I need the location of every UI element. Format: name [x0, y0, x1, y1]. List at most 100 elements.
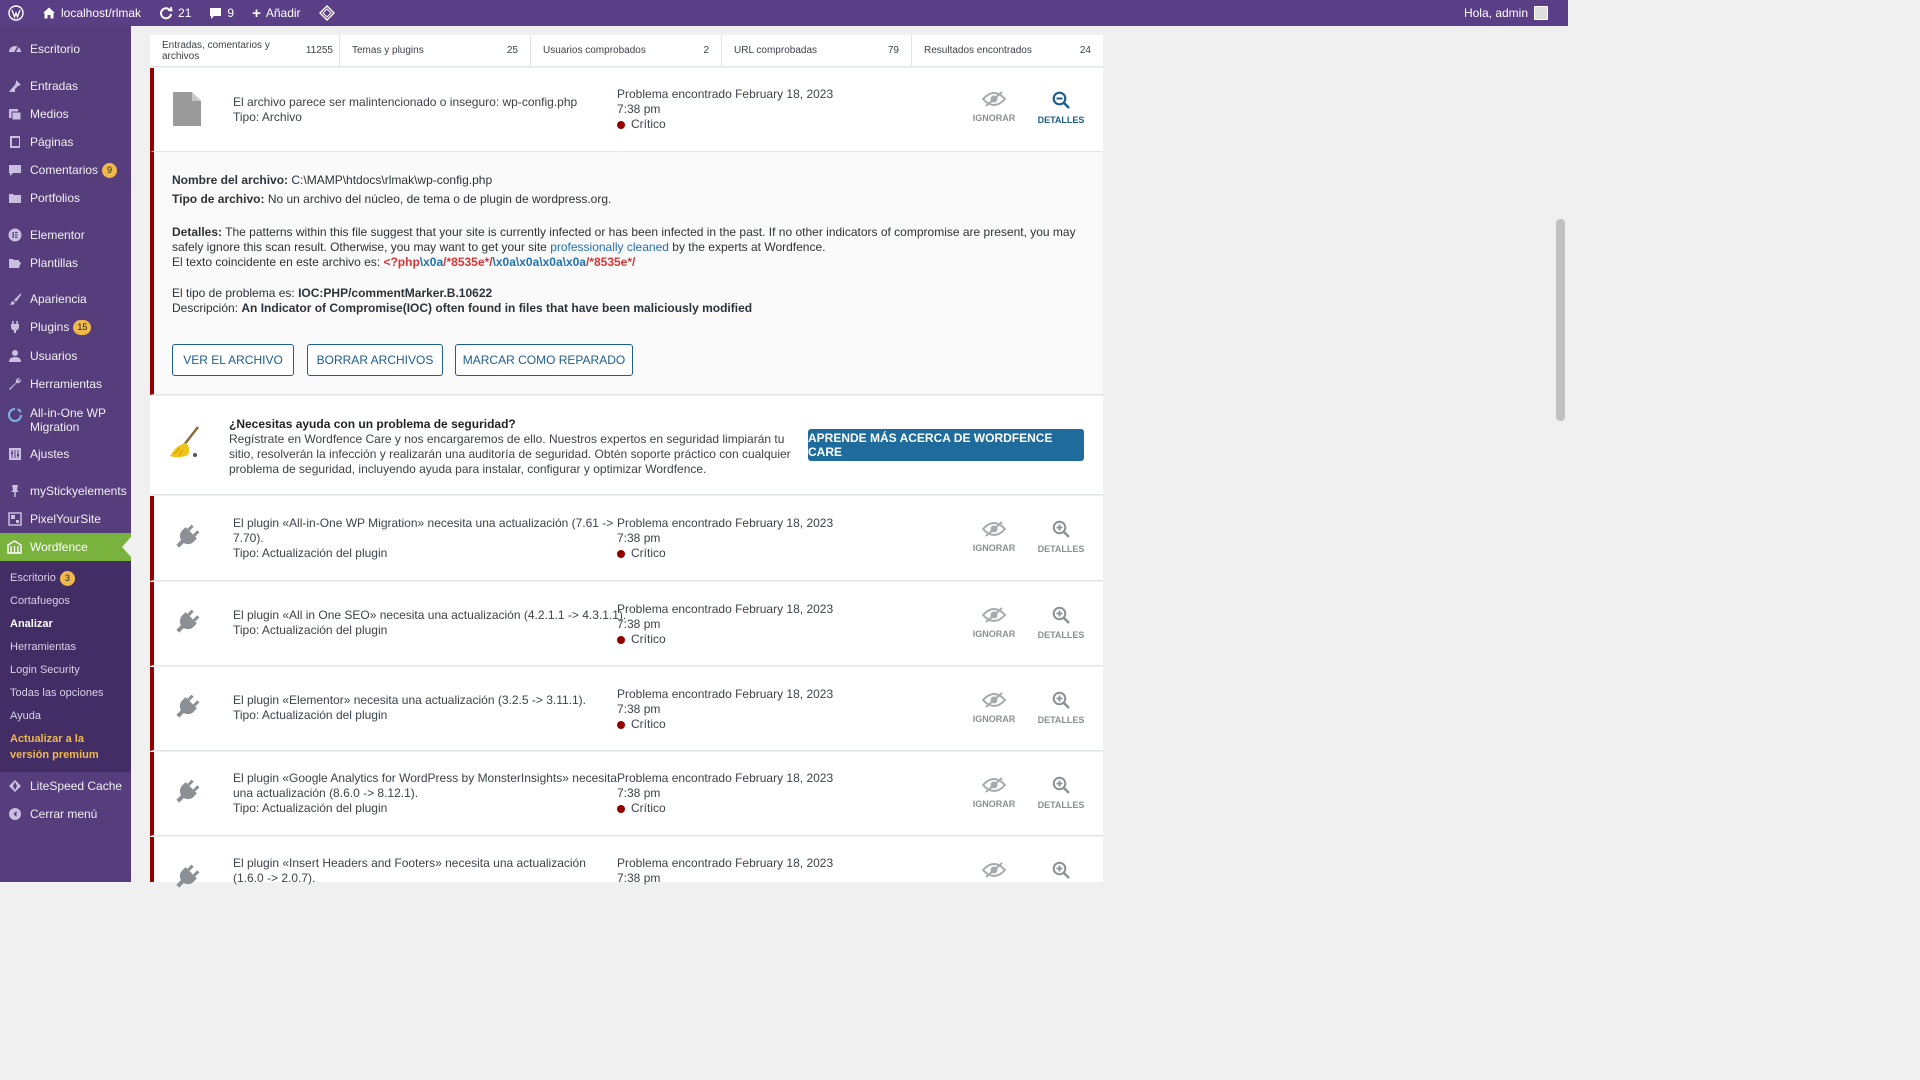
details-button[interactable]: DETALLES	[1031, 606, 1091, 640]
add-new-label: Añadir	[265, 6, 301, 20]
menu-item-portfolios[interactable]: Portfolios	[0, 186, 131, 210]
dashboard-icon	[7, 42, 22, 57]
ignore-button[interactable]: IGNORAR	[964, 692, 1024, 724]
learn-wordfence-care-button[interactable]: APRENDE MÁS ACERCA DE WORDFENCE CARE	[808, 429, 1084, 461]
ignore-button[interactable]: IGNORAR	[964, 777, 1024, 809]
menu-item-plugins[interactable]: Plugins 15	[0, 315, 131, 339]
menu-item-mystickyelements[interactable]: myStickyelements	[0, 479, 131, 503]
menu-item-all-in-one-wp-migration[interactable]: All-in-One WP Migration	[0, 406, 131, 440]
menu-item-pixelyoursite[interactable]: PixelYourSite	[0, 507, 131, 531]
mark-repaired-button[interactable]: MARCAR COMO REPARADO	[455, 344, 633, 376]
menu-item-comentarios[interactable]: Comentarios 9	[0, 158, 131, 182]
ignore-button[interactable]: IGNORAR	[964, 521, 1024, 553]
scrollbar-thumb[interactable]	[1556, 219, 1565, 421]
details-button[interactable]: DETALLES	[1031, 691, 1091, 725]
delete-files-button[interactable]: BORRAR ARCHIVOS	[307, 344, 443, 376]
ignore-button[interactable]	[964, 862, 1024, 884]
page-scrollbar[interactable]	[1553, 26, 1568, 882]
eye-slash-icon	[982, 91, 1006, 107]
summary-users: Usuarios comprobados 2	[531, 35, 722, 66]
details-button[interactable]: DETALLES	[1031, 91, 1091, 125]
eye-slash-icon	[982, 521, 1006, 537]
view-file-button[interactable]: VER EL ARCHIVO	[172, 344, 294, 376]
critical-dot	[617, 120, 625, 129]
submenu-upgrade-premium[interactable]: Actualizar a la versión premium	[10, 731, 125, 763]
professionally-cleaned-link[interactable]: professionally cleaned	[550, 240, 669, 254]
wordfence-adminbar-button[interactable]	[310, 0, 344, 26]
menu-item-entradas[interactable]: Entradas	[0, 74, 131, 98]
comments-link[interactable]: 9	[200, 0, 243, 26]
wordfence-care-promo: ¿Necesitas ayuda con un problema de segu…	[150, 396, 1103, 495]
menu-item-paginas[interactable]: Páginas	[0, 130, 131, 154]
details-button[interactable]: DETALLES	[1031, 776, 1091, 810]
issue-found: Problema encontrado February 18, 2023 7:3…	[617, 687, 834, 731]
elementor-icon	[7, 228, 22, 243]
media-icon	[7, 107, 22, 122]
plugin-icon	[173, 778, 201, 809]
plus-icon: +	[252, 4, 261, 22]
migration-icon	[7, 407, 22, 422]
admin-bar: localhost/rlmak 21 9 + Añadir Hola, admi…	[0, 0, 1568, 26]
menu-item-litespeed-cache[interactable]: LiteSpeed Cache	[0, 774, 131, 798]
issue-plugin-update: El plugin «Google Analytics for WordPres…	[150, 752, 1103, 836]
wordfence-submenu: Escritorio 3 Cortafuegos Analizar Herrami…	[0, 561, 131, 772]
filetype-row: Tipo de archivo: No un archivo del núcle…	[172, 192, 612, 206]
summary-posts: Entradas, comentarios y archivos 11255	[150, 35, 340, 66]
severity-label: Crítico	[631, 117, 666, 131]
plugin-icon	[173, 693, 201, 724]
submenu-login-security[interactable]: Login Security	[10, 664, 80, 676]
issue-found: Problema encontrado February 18, 2023 7:3…	[617, 771, 834, 815]
filename-row: Nombre del archivo: C:\MAMP\htdocs\rlmak…	[172, 173, 493, 187]
settings-icon	[7, 447, 22, 462]
site-name-link[interactable]: localhost/rlmak	[33, 0, 150, 26]
collapse-icon	[7, 807, 22, 822]
folder-icon	[7, 191, 22, 206]
menu-item-wordfence[interactable]: Wordfence	[0, 533, 131, 561]
menu-item-ajustes[interactable]: Ajustes	[0, 442, 131, 466]
wordpress-logo-button[interactable]	[0, 0, 33, 26]
ignore-button[interactable]: IGNORAR	[964, 91, 1024, 123]
issue-description: El plugin «All in One SEO» necesita una …	[233, 608, 627, 637]
issue-plugin-update: El plugin «All-in-One WP Migration» nece…	[150, 496, 1103, 581]
brush-icon	[7, 292, 22, 307]
submenu-analizar[interactable]: Analizar	[10, 618, 53, 630]
menu-item-escritorio[interactable]: Escritorio	[0, 37, 131, 61]
wrench-icon	[7, 377, 22, 392]
pin-icon	[7, 79, 22, 94]
menu-item-apariencia[interactable]: Apariencia	[0, 287, 131, 311]
updates-link[interactable]: 21	[150, 0, 200, 26]
comments-badge: 9	[102, 162, 118, 178]
menu-item-medios[interactable]: Medios	[0, 102, 131, 126]
avatar	[1534, 6, 1548, 20]
menu-item-plantillas[interactable]: Plantillas	[0, 251, 131, 275]
menu-item-herramientas[interactable]: Herramientas	[0, 372, 131, 396]
submenu-herramientas[interactable]: Herramientas	[10, 641, 76, 653]
submenu-todas-las-opciones[interactable]: Todas las opciones	[10, 687, 104, 699]
add-new-link[interactable]: + Añadir	[243, 0, 309, 26]
menu-item-elementor[interactable]: Elementor	[0, 223, 131, 247]
menu-item-cerrar-menu[interactable]: Cerrar menú	[0, 802, 131, 826]
details-button[interactable]	[1031, 861, 1091, 885]
refresh-icon	[160, 6, 173, 20]
main-content: Entradas, comentarios y archivos 11255 Te…	[131, 26, 1553, 888]
diamond-icon	[7, 779, 22, 794]
issue-description: El plugin «Insert Headers and Footers» n…	[233, 856, 586, 885]
submenu-ayuda[interactable]: Ayuda	[10, 710, 41, 722]
active-menu-arrow	[122, 537, 131, 557]
submenu-cortafuegos[interactable]: Cortafuegos	[10, 595, 70, 607]
comment-icon	[7, 163, 22, 178]
greeting: Hola, admin	[1463, 6, 1528, 20]
search-plus-icon	[1052, 520, 1070, 538]
issue-plugin-update: El plugin «All in One SEO» necesita una …	[150, 582, 1103, 666]
menu-item-usuarios[interactable]: Usuarios	[0, 344, 131, 368]
ignore-button[interactable]: IGNORAR	[964, 607, 1024, 639]
issue-details-panel: Nombre del archivo: C:\MAMP\htdocs\rlmak…	[150, 152, 1103, 395]
broom-icon	[168, 425, 202, 464]
issue-description: El plugin «Google Analytics for WordPres…	[233, 771, 617, 815]
summary-urls: URL comprobadas 79	[722, 35, 912, 66]
details-button[interactable]: DETALLES	[1031, 520, 1091, 554]
issue-description: El plugin «All-in-One WP Migration» nece…	[233, 516, 614, 560]
eye-slash-icon	[982, 692, 1006, 708]
submenu-escritorio[interactable]: Escritorio 3	[10, 571, 75, 586]
my-account-link[interactable]: Hola, admin	[1464, 6, 1568, 20]
